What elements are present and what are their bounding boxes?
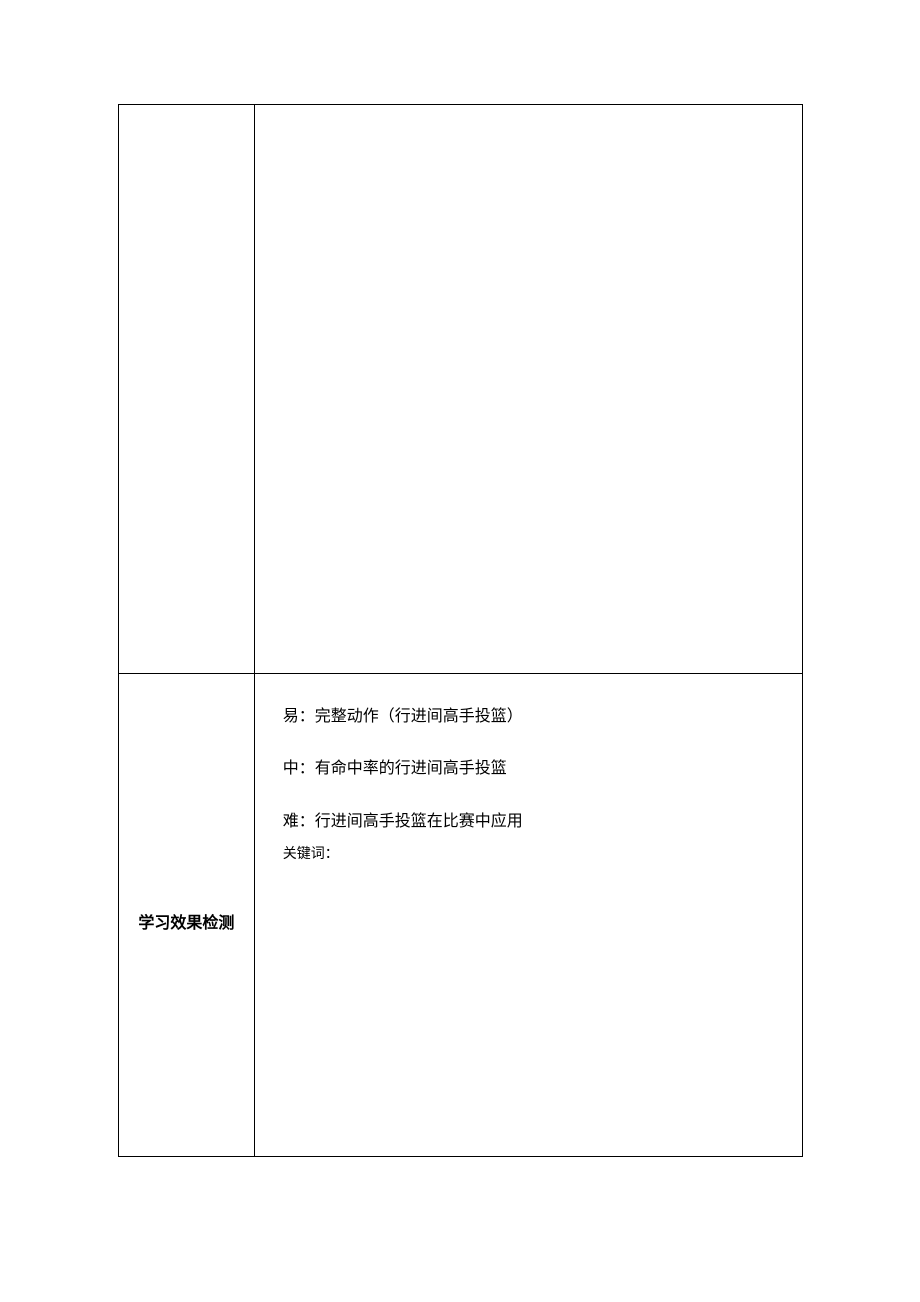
row1-label-cell bbox=[119, 105, 255, 674]
row1-content-cell bbox=[254, 105, 802, 674]
section-label: 学习效果检测 bbox=[119, 674, 254, 933]
content-block: 易：完整动作（行进间高手投篮） 中：有命中率的行进间高手投篮 难：行进间高手投篮… bbox=[255, 674, 802, 863]
table-row: 学习效果检测 易：完整动作（行进间高手投篮） 中：有命中率的行进间高手投篮 难：… bbox=[119, 674, 803, 1157]
content-line-medium: 中：有命中率的行进间高手投篮 bbox=[283, 754, 782, 784]
content-line-easy: 易：完整动作（行进间高手投篮） bbox=[283, 702, 782, 732]
table-row bbox=[119, 105, 803, 674]
row2-content-cell: 易：完整动作（行进间高手投篮） 中：有命中率的行进间高手投篮 难：行进间高手投篮… bbox=[254, 674, 802, 1157]
row2-label-cell: 学习效果检测 bbox=[119, 674, 255, 1157]
keyword-label: 关键词： bbox=[283, 843, 782, 863]
content-line-hard: 难：行进间高手投篮在比赛中应用 bbox=[283, 807, 782, 837]
document-table: 学习效果检测 易：完整动作（行进间高手投篮） 中：有命中率的行进间高手投篮 难：… bbox=[118, 104, 803, 1157]
